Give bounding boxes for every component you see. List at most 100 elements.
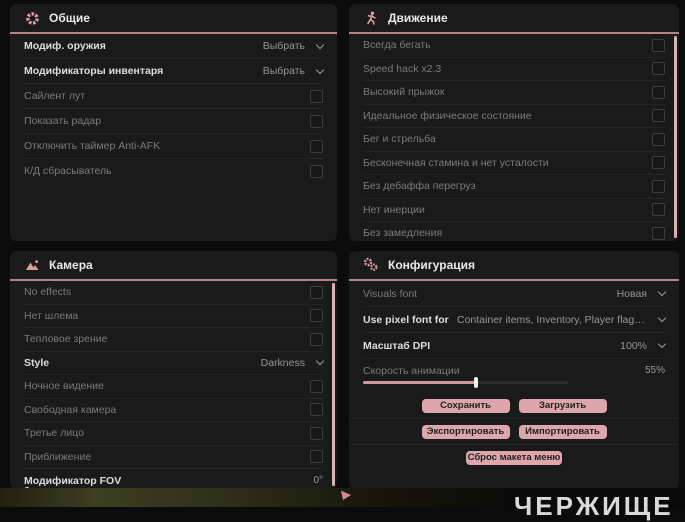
dropdown[interactable]: 100% [620, 339, 667, 352]
button-row: Сохранить Загрузить [349, 393, 679, 419]
dropdown[interactable]: Container items, Inventory, Player flags… [457, 313, 667, 326]
row-label: Тепловое зрение [24, 333, 108, 346]
checkbox-row[interactable]: Отключить таймер Anti-AFK [24, 134, 323, 159]
checkbox[interactable] [652, 203, 665, 217]
dropdown[interactable]: Выбрать [263, 65, 325, 77]
slider-row[interactable]: Скорость анимации 55% [363, 359, 665, 389]
panel-title: Конфигурация [388, 258, 476, 272]
checkbox[interactable] [652, 156, 665, 170]
checkbox[interactable] [310, 403, 323, 417]
slider-handle[interactable] [473, 376, 478, 388]
scrollbar[interactable] [332, 283, 335, 486]
dropdown-row[interactable]: Модификаторы инвентаря Выбрать [24, 59, 325, 84]
row-label: К/Д сбрасыватель [24, 165, 112, 177]
panel-config-header: Конфигурация [349, 251, 679, 281]
checkbox[interactable] [652, 132, 665, 146]
checkbox-row[interactable]: Высокий прыжок [363, 81, 665, 105]
row-label: Третье лицо [24, 427, 84, 440]
dropdown-row[interactable]: Масштаб DPI 100% [363, 333, 667, 359]
checkbox-row[interactable]: К/Д сбрасыватель [24, 159, 323, 183]
button-row: Сброс макета меню [349, 445, 679, 470]
checkbox-row[interactable]: No effects [24, 281, 323, 305]
row-label: Без замедления [363, 227, 443, 240]
dropdown-row[interactable]: Visuals font Новая [363, 281, 667, 307]
load-button[interactable]: Загрузить [518, 398, 607, 413]
dropdown-row[interactable]: Style Darkness [24, 352, 325, 375]
checkbox[interactable] [652, 85, 665, 99]
reset-menu-layout-button[interactable]: Сброс макета меню [466, 450, 562, 465]
slider-row[interactable]: Модификатор FOV 0° [24, 469, 323, 489]
panel-general: Общие Модиф. оружия Выбрать Модификаторы и… [10, 4, 337, 241]
dropdown-row[interactable]: Use pixel font for Container items, Inven… [363, 307, 667, 333]
checkbox[interactable] [310, 89, 323, 103]
dropdown-value: Darkness [260, 356, 305, 369]
row-label: Бег и стрельба [363, 133, 436, 146]
checkbox[interactable] [310, 309, 323, 323]
checkbox-row[interactable]: Третье лицо [24, 422, 323, 446]
row-label: No effects [24, 286, 72, 299]
checkbox-row[interactable]: Без дебаффа перегруз [363, 175, 665, 199]
checkbox-row[interactable]: Всегда бегать [363, 34, 665, 58]
gear-icon [24, 10, 40, 26]
row-label: Идеальное физическое состояние [363, 109, 532, 122]
row-label: Visuals font [363, 287, 418, 300]
gears-icon [363, 257, 379, 273]
checkbox-row[interactable]: Нет инерции [363, 199, 665, 222]
slider-track[interactable] [363, 376, 568, 388]
checkbox-row[interactable]: Без замедления [363, 222, 665, 241]
dropdown[interactable]: Darkness [260, 356, 325, 369]
scrollbar[interactable] [674, 36, 677, 238]
checkbox-row[interactable]: Сайлент лут [24, 84, 323, 109]
chevron-down-icon [315, 65, 325, 74]
panel-movement-header: Движение [349, 4, 679, 34]
row-label: Приближение [24, 450, 92, 463]
checkbox[interactable] [652, 226, 665, 240]
dropdown[interactable]: Выбрать [263, 40, 325, 52]
import-button[interactable]: Импортировать [518, 424, 607, 439]
checkbox[interactable] [310, 139, 323, 153]
checkbox-row[interactable]: Свободная камера [24, 399, 323, 422]
checkbox[interactable] [310, 379, 323, 393]
checkbox-row[interactable]: Тепловое зрение [24, 328, 323, 352]
row-label: Нет инерции [363, 203, 425, 216]
export-button[interactable]: Экспортировать [421, 424, 510, 439]
checkbox[interactable] [310, 332, 323, 346]
row-label: Сайлент лут [24, 90, 86, 102]
slider-value: 0° [313, 475, 323, 486]
checkbox-row[interactable]: Ночное видение [24, 375, 323, 399]
dropdown[interactable]: Новая [616, 287, 667, 300]
panel-config: Конфигурация Visuals font Новая Use pixel … [349, 251, 679, 489]
checkbox[interactable] [652, 38, 665, 52]
checkbox-row[interactable]: Бесконечная стамина и нет усталости [363, 152, 665, 175]
checkbox-row[interactable]: Идеальное физическое состояние [363, 105, 665, 128]
chevron-down-icon [657, 313, 667, 323]
checkbox-row[interactable]: Показать радар [24, 109, 323, 134]
dropdown-value: Новая [616, 287, 647, 300]
checkbox-row[interactable]: Speed hack x2.3 [363, 58, 665, 81]
checkbox[interactable] [652, 179, 665, 193]
row-label: Модификатор FOV [24, 474, 122, 487]
checkbox-row[interactable]: Бег и стрельба [363, 128, 665, 152]
checkbox[interactable] [310, 114, 323, 128]
checkbox[interactable] [652, 62, 665, 76]
checkbox-row[interactable]: Приближение [24, 446, 323, 469]
dropdown-row[interactable]: Модиф. оружия Выбрать [24, 34, 325, 59]
chevron-down-icon [657, 287, 667, 297]
checkbox[interactable] [310, 450, 323, 464]
dropdown-value: 100% [620, 339, 647, 352]
save-button[interactable]: Сохранить [421, 398, 510, 413]
checkbox[interactable] [310, 285, 323, 299]
checkbox-row[interactable]: Нет шлема [24, 305, 323, 328]
row-label: Свободная камера [24, 403, 117, 416]
row-label: Без дебаффа перегруз [363, 180, 476, 193]
row-label: Всегда бегать [363, 39, 431, 52]
checkbox[interactable] [310, 426, 323, 440]
row-label: Высокий прыжок [363, 86, 445, 99]
checkbox[interactable] [652, 109, 665, 123]
row-label: Нет шлема [24, 309, 79, 322]
row-label: Ночное видение [24, 380, 104, 393]
row-label: Бесконечная стамина и нет усталости [363, 156, 549, 169]
checkbox[interactable] [310, 164, 323, 178]
row-label: Use pixel font for [363, 313, 449, 326]
chevron-down-icon [315, 357, 325, 366]
